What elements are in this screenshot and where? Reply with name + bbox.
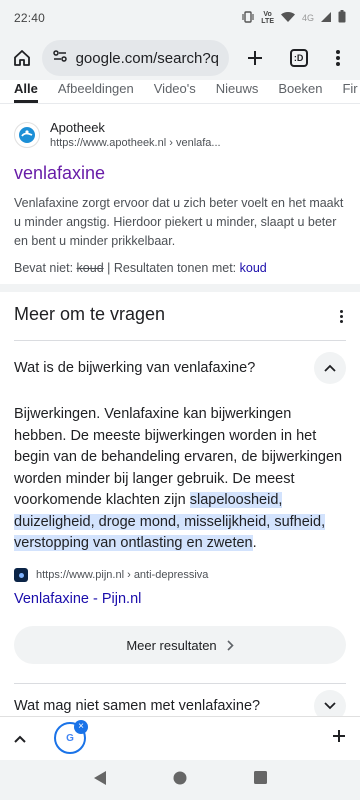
tab-switcher-button[interactable]: :D bbox=[283, 42, 315, 74]
question-text: Wat is de bijwerking van venlafaxine? bbox=[14, 360, 256, 376]
plus-icon[interactable] bbox=[332, 729, 346, 748]
chevron-up-icon[interactable] bbox=[314, 352, 346, 384]
system-navigation bbox=[0, 760, 360, 800]
paa-title: Meer om te vragen bbox=[14, 304, 166, 324]
close-tab-icon[interactable]: × bbox=[74, 720, 88, 734]
chevron-up-icon[interactable] bbox=[14, 730, 26, 748]
search-result: Apotheek https://www.apotheek.nl › venla… bbox=[14, 120, 346, 275]
search-tabs: Alle Afbeeldingen Video's Nieuws Boeken … bbox=[0, 80, 360, 104]
divider bbox=[14, 683, 346, 684]
more-options-icon[interactable] bbox=[336, 306, 346, 326]
section-divider bbox=[0, 284, 360, 292]
recents-icon[interactable] bbox=[253, 771, 267, 789]
volte-icon: Vo LTE bbox=[261, 11, 274, 25]
browser-toolbar: google.com/search?q=ven :D bbox=[0, 36, 360, 80]
tab-finance[interactable]: Fir bbox=[342, 80, 357, 103]
more-results-button[interactable]: Meer resultaten bbox=[14, 626, 346, 664]
tab-images[interactable]: Afbeeldingen bbox=[58, 80, 134, 103]
status-bar: 22:40 Vo LTE 4G bbox=[0, 0, 360, 36]
google-icon: G bbox=[66, 732, 74, 744]
site-settings-icon[interactable] bbox=[52, 48, 68, 69]
wifi-icon bbox=[280, 11, 296, 26]
apotheek-favicon-icon bbox=[14, 121, 40, 148]
result-site-url: https://www.apotheek.nl › venlafa... bbox=[50, 137, 221, 149]
divider bbox=[14, 340, 346, 341]
tab-switcher-icon: :D bbox=[289, 49, 308, 67]
battery-icon bbox=[338, 10, 346, 26]
chevron-right-icon bbox=[227, 639, 234, 651]
answer-source[interactable]: https://www.pijn.nl › anti-depressiva bbox=[14, 568, 208, 582]
vibrate-icon bbox=[241, 10, 255, 26]
tab-all[interactable]: Alle bbox=[14, 80, 38, 103]
source-url: https://www.pijn.nl › anti-depressiva bbox=[36, 569, 209, 581]
source-title-link[interactable]: Venlafaxine - Pijn.nl bbox=[14, 591, 141, 607]
result-snippet: Venlafaxine zorgt ervoor dat u zich bete… bbox=[14, 196, 344, 248]
result-site-name: Apotheek bbox=[50, 120, 105, 135]
tab-videos[interactable]: Video's bbox=[154, 80, 196, 103]
address-bar[interactable]: google.com/search?q=ven bbox=[41, 40, 230, 76]
result-site-row[interactable]: Apotheek https://www.apotheek.nl › venla… bbox=[14, 120, 346, 149]
tab-news[interactable]: Nieuws bbox=[216, 80, 259, 103]
question-text: Wat mag niet samen met venlafaxine? bbox=[14, 698, 261, 714]
pijn-favicon-icon bbox=[14, 568, 28, 582]
plus-icon bbox=[248, 51, 263, 65]
paa-question-1[interactable]: Wat is de bijwerking van venlafaxine? bbox=[14, 352, 346, 384]
url-text[interactable]: google.com/search?q=ven bbox=[76, 50, 220, 67]
missing-term: koud bbox=[76, 261, 104, 275]
home-circle-icon[interactable] bbox=[173, 771, 187, 790]
status-time: 22:40 bbox=[14, 11, 46, 25]
bottom-toolbar: G bbox=[0, 716, 360, 760]
paa-answer: Bijwerkingen. Venlafaxine kan bijwerking… bbox=[14, 406, 343, 551]
back-icon[interactable] bbox=[93, 770, 107, 791]
home-icon[interactable] bbox=[6, 42, 38, 74]
status-icons: Vo LTE 4G bbox=[241, 10, 346, 26]
new-tab-button[interactable] bbox=[239, 42, 271, 74]
show-results-with-link[interactable]: koud bbox=[240, 261, 267, 275]
result-title-link[interactable]: venlafaxine bbox=[14, 163, 346, 184]
tab-books[interactable]: Boeken bbox=[278, 80, 322, 103]
data-badge: 4G bbox=[301, 13, 314, 23]
signal-icon bbox=[320, 11, 332, 26]
missing-terms: Bevat niet: koud | Resultaten tonen met:… bbox=[14, 261, 267, 275]
more-vert-icon[interactable] bbox=[322, 42, 354, 74]
